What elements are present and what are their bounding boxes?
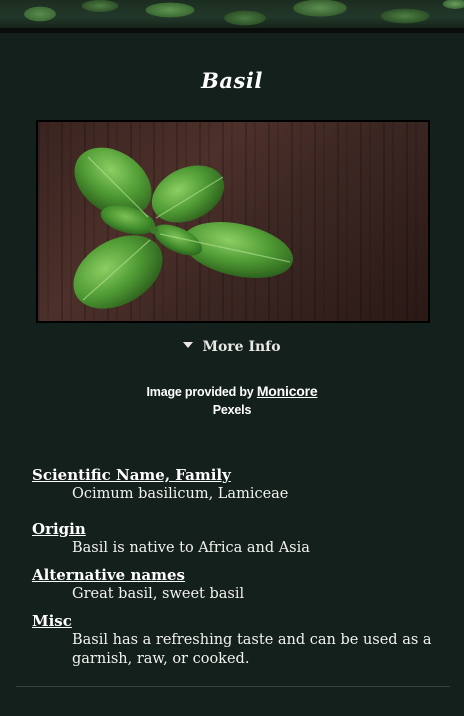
section-alternative-names: Alternative names Great basil, sweet bas… [32, 566, 432, 604]
basil-leaves-image [73, 147, 294, 309]
image-credit: Image provided by Monicore Pexels [0, 382, 464, 419]
banner-divider [0, 28, 464, 33]
section-heading: Scientific Name, Family [32, 466, 231, 484]
section-value: Basil is native to Africa and Asia [72, 540, 310, 556]
section-value: Ocimum basilicum, Lamiceae [72, 486, 289, 502]
bottom-divider [16, 686, 450, 687]
section-value: Basil has a refreshing taste and can be … [72, 632, 432, 667]
caret-down-icon [183, 342, 194, 348]
credit-source: Pexels [212, 403, 252, 417]
section-heading: Alternative names [32, 566, 185, 584]
more-info-label: More Info [202, 339, 281, 355]
credit-prefix: Image provided by [146, 385, 254, 399]
page-title: Basil [201, 68, 263, 93]
more-info-toggle[interactable]: More Info [0, 339, 464, 355]
section-value: Great basil, sweet basil [72, 586, 245, 602]
basil-photo [36, 120, 430, 323]
section-heading: Origin [32, 520, 86, 538]
section-origin: Origin Basil is native to Africa and Asi… [32, 520, 432, 558]
top-banner-image [0, 0, 464, 28]
section-misc: Misc Basil has a refreshing taste and ca… [32, 612, 432, 669]
section-scientific-name: Scientific Name, Family Ocimum basilicum… [32, 466, 432, 504]
section-heading: Misc [32, 612, 72, 630]
credit-author-link[interactable]: Monicore [257, 383, 318, 399]
